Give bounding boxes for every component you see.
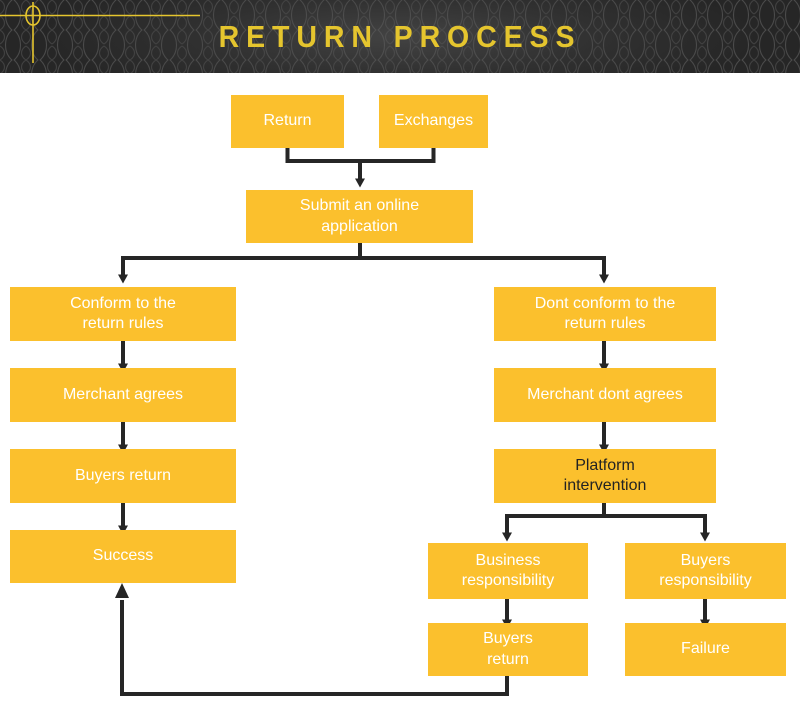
node-merchant-dont-agrees-label: Merchant dont agrees [527,385,683,403]
node-business-resp-line2: responsibility [461,572,555,589]
header-banner: RETURN PROCESS [0,0,800,73]
node-merchant-dont-agrees[interactable]: Merchant dont agrees [494,368,716,422]
node-return-label: Return [263,112,312,130]
node-buyers-responsibility[interactable]: Buyers responsibility [625,543,786,599]
node-merchant-agrees-label: Merchant agrees [62,385,184,403]
arrowhead-loop-into-success [115,583,129,598]
node-platform-intervention[interactable]: Platform intervention [494,449,716,503]
node-exchanges-label: Exchanges [393,112,474,130]
node-submit-line2: application [321,217,398,235]
node-failure-label: Failure [681,640,730,658]
node-buyers-return-right[interactable]: Buyers return [428,623,588,676]
node-dont-conform-to-return-rules[interactable]: Dont conform to the return rules [494,287,716,341]
page-title: RETURN PROCESS [218,18,582,54]
node-return[interactable]: Return [231,95,344,148]
node-buyers-return-right-line1: Buyers [483,630,533,648]
node-buyers-return-right-line2: return [487,650,529,668]
node-dont-conform-line1: Dont conform to the [534,294,676,312]
node-buyers-resp-line2: responsibility [659,572,752,589]
node-success-label: Success [92,547,154,565]
edge-platform-to-business-resp [502,503,606,542]
node-success[interactable]: Success [10,530,236,583]
node-buyers-return-right-label: Buyers return [434,629,582,670]
node-business-resp-label: Business responsibility [434,551,582,592]
node-business-responsibility[interactable]: Business responsibility [428,543,588,599]
node-conform-to-return-rules[interactable]: Conform to the return rules [10,287,236,341]
node-merchant-agrees[interactable]: Merchant agrees [10,368,236,422]
node-buyers-resp-line1: Buyers [680,551,731,569]
edge-submit-to-conform [118,243,362,284]
node-conform-label: Conform to the return rules [16,294,230,335]
edge-submit-to-dont-conform [360,256,609,284]
node-submit-line1: Submit an online [299,197,420,215]
node-platform-label: Platform intervention [500,456,710,497]
node-exchanges[interactable]: Exchanges [379,95,488,148]
node-platform-line2: intervention [563,477,647,494]
node-failure[interactable]: Failure [625,623,786,676]
node-platform-line1: Platform [575,456,635,474]
node-dont-conform-label: Dont conform to the return rules [500,294,710,335]
edge-platform-to-buyers-resp [604,514,710,542]
node-buyers-return-left-label: Buyers return [74,466,172,484]
node-conform-line2: return rules [82,315,164,332]
node-submit-online-application[interactable]: Submit an online application [246,190,473,243]
node-submit-label: Submit an online application [252,196,467,237]
edge-return-exchanges-merge [285,148,436,163]
node-buyers-resp-label: Buyers responsibility [631,551,780,592]
node-buyers-return-left[interactable]: Buyers return [10,449,236,503]
node-dont-conform-line2: return rules [564,315,646,332]
node-conform-line1: Conform to the [70,294,176,312]
node-business-resp-line1: Business [475,551,541,569]
